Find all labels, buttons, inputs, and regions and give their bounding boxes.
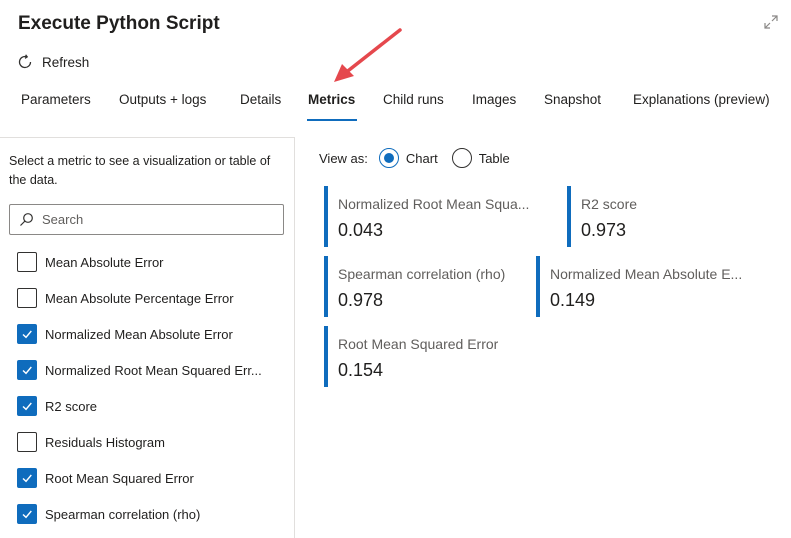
checkbox[interactable] [17, 396, 37, 416]
metric-checkbox-spearman[interactable]: Spearman correlation (rho) [17, 503, 200, 525]
card-name: Normalized Mean Absolute E... [550, 266, 743, 282]
checkbox[interactable] [17, 504, 37, 524]
tab-details[interactable]: Details [240, 92, 281, 107]
table-radio-label: Table [478, 150, 510, 166]
metric-card-r2[interactable]: R2 score 0.973 [567, 186, 727, 247]
view-table-option[interactable]: Table [451, 148, 510, 168]
card-value: 0.973 [581, 220, 627, 240]
tab-images[interactable]: Images [472, 92, 516, 107]
checkmark-icon [22, 510, 32, 519]
checkbox[interactable] [17, 324, 37, 344]
card-value: 0.978 [338, 290, 384, 310]
search-placeholder: Search [42, 212, 84, 227]
metric-checkbox-r2[interactable]: R2 score [17, 395, 97, 417]
checkbox[interactable] [17, 360, 37, 380]
refresh-label: Refresh [42, 54, 90, 70]
chart-radio[interactable] [378, 148, 399, 168]
card-name: Root Mean Squared Error [338, 336, 499, 352]
checkbox[interactable] [17, 288, 37, 308]
checkbox-label: Mean Absolute Percentage Error [45, 290, 234, 306]
annotation-arrow [334, 28, 402, 82]
view-chart-option[interactable]: Chart [378, 148, 438, 168]
card-value: 0.043 [338, 220, 384, 240]
tab-parameters[interactable]: Parameters [21, 92, 91, 107]
checkbox-label: Mean Absolute Error [45, 254, 164, 270]
metric-card-nrmse[interactable]: Normalized Root Mean Squa... 0.043 [324, 186, 556, 247]
tab-explanations[interactable]: Explanations (preview) [633, 92, 770, 107]
panel-description: Select a metric to see a visualization o… [9, 154, 271, 187]
checkbox-label: R2 score [45, 398, 98, 414]
search-icon [20, 213, 33, 226]
checkmark-icon [22, 330, 32, 339]
expand-icon[interactable] [763, 14, 779, 30]
tab-child-runs[interactable]: Child runs [383, 92, 444, 107]
metric-card-rmse[interactable]: Root Mean Squared Error 0.154 [324, 326, 534, 387]
tab-outputs-logs[interactable]: Outputs + logs [119, 92, 206, 107]
metric-checkbox-mape[interactable]: Mean Absolute Percentage Error [17, 287, 234, 309]
checkbox[interactable] [17, 252, 37, 272]
page-title: Execute Python Script [18, 13, 220, 34]
search-input[interactable]: Search [9, 204, 284, 235]
metric-checkbox-rmse[interactable]: Root Mean Squared Error [17, 467, 194, 489]
card-value: 0.154 [338, 360, 384, 380]
view-as-label: View as: [319, 150, 368, 166]
card-name: Normalized Root Mean Squa... [338, 196, 530, 212]
checkmark-icon [22, 402, 32, 411]
checkbox[interactable] [17, 468, 37, 488]
checkmark-icon [22, 366, 32, 375]
card-name: R2 score [581, 196, 638, 212]
table-radio[interactable] [451, 148, 472, 168]
metric-checkbox-mae[interactable]: Mean Absolute Error [17, 251, 164, 273]
refresh-button[interactable]: Refresh [16, 53, 89, 71]
checkbox[interactable] [17, 432, 37, 452]
tab-bar: Parameters Outputs + logs Details Metric… [0, 84, 791, 122]
active-tab-indicator [307, 119, 357, 121]
checkbox-label: Normalized Mean Absolute Error [45, 326, 233, 342]
metric-checkbox-nrmse[interactable]: Normalized Root Mean Squared Err... [17, 359, 262, 381]
tab-snapshot[interactable]: Snapshot [544, 92, 601, 107]
metric-card-spearman[interactable]: Spearman correlation (rho) 0.978 [324, 256, 529, 317]
view-as-group: View as: Chart Table [319, 148, 510, 168]
card-name: Spearman correlation (rho) [338, 266, 506, 282]
metric-checkbox-residuals[interactable]: Residuals Histogram [17, 431, 165, 453]
checkbox-label: Spearman correlation (rho) [45, 506, 201, 522]
metric-card-nmae[interactable]: Normalized Mean Absolute E... 0.149 [536, 256, 776, 317]
checkbox-label: Normalized Root Mean Squared Err... [45, 362, 262, 378]
metric-list-panel: Select a metric to see a visualization o… [0, 137, 295, 538]
checkbox-label: Residuals Histogram [45, 434, 165, 450]
checkbox-label: Root Mean Squared Error [45, 470, 194, 486]
metric-checkbox-nmae[interactable]: Normalized Mean Absolute Error [17, 323, 233, 345]
checkmark-icon [22, 474, 32, 483]
card-value: 0.149 [550, 290, 596, 310]
refresh-icon [18, 54, 32, 69]
tab-metrics[interactable]: Metrics [308, 92, 355, 107]
chart-radio-label: Chart [405, 150, 438, 166]
